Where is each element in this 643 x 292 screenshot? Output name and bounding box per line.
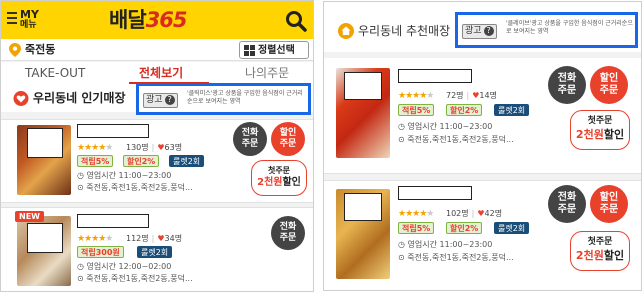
clock-icon: ◷ (77, 171, 84, 180)
ad-badge-label: 광고 (146, 95, 163, 105)
redacted-logo (27, 128, 63, 158)
tag-discount: 할인2% (123, 155, 160, 167)
my-menu-button[interactable]: MY 메뉴 (7, 9, 51, 33)
map-pin-icon: ⊙ (398, 253, 405, 262)
review-count: 102명 | ♥42명 (446, 209, 503, 218)
review-count: 112명 | ♥34명 (126, 234, 183, 243)
tab-all[interactable]: 전체보기 (139, 66, 183, 80)
my-label: MY (20, 8, 39, 21)
store-card[interactable]: ★★★★★ 130명 | ♥63명 적립5% 할인2% 룰렛2회 ◷ 영업시간 11… (1, 119, 313, 203)
menu-label: 메뉴 (20, 20, 37, 30)
sort-label: 정렬선택 (258, 45, 295, 56)
tag-points: 적립5% (77, 155, 114, 167)
tab-my-orders[interactable]: 나의주문 (245, 66, 289, 80)
new-badge: NEW (15, 211, 44, 222)
map-pin-icon: ⊙ (398, 135, 405, 144)
ad-description: '클레이브'광고 상품을 구입한 음식점이 근거리순으로 보여지는 영역 (506, 20, 633, 35)
map-pin-icon: ⊙ (77, 274, 84, 283)
location-pin-icon (9, 43, 21, 57)
category-tabs: TAKE-OUT 전체보기 나의주문 (1, 62, 313, 84)
map-pin-icon: ⊙ (77, 183, 84, 192)
review-count: 130명 | ♥63명 (126, 143, 183, 152)
call-order-button[interactable]: 전화 주문 (233, 122, 267, 156)
store-name-redacted (398, 69, 472, 83)
business-hours: ◷ 영업시간 12:00~02:00 (77, 262, 172, 271)
clock-icon: ◷ (398, 240, 405, 249)
rating-stars: ★★★★★ (398, 209, 434, 219)
left-app-screen: MY 메뉴 배달365 죽전동 정렬선택 TAKE-OUT 전체보기 나의주문 (0, 0, 314, 292)
rating-stars: ★★★★★ (77, 143, 113, 153)
delivery-area: ⊙ 죽전동,죽전1동,죽전2동,풍덕... (77, 274, 193, 283)
tag-roulette: 룰렛2회 (137, 246, 173, 258)
clock-icon: ◷ (77, 262, 84, 271)
section-title: 우리동네 인기매장 (33, 91, 126, 105)
tag-roulette: 룰렛2회 (494, 222, 530, 234)
discount-order-button[interactable]: 할인 주문 (271, 122, 305, 156)
first-order-coupon[interactable]: 첫주문 2천원할인 (570, 110, 630, 150)
app-header: MY 메뉴 배달365 (1, 1, 313, 39)
review-count: 72명 | ♥14명 (446, 91, 497, 100)
heart-icon: ♥ (157, 143, 165, 152)
tag-discount: 할인2% (446, 222, 483, 234)
app-logo[interactable]: 배달365 (109, 7, 188, 33)
store-card[interactable]: ★★★★★ 102명 | ♥42명 적립5% 할인2% 룰렛2회 ◷ 영업시간 11… (324, 180, 641, 290)
tag-roulette: 룰렛2회 (169, 155, 205, 167)
ad-highlight-box: 광고? '클릭미스'광고 상품을 구입한 음식점이 근거리순으로 보여지는 영역 (136, 83, 311, 115)
question-icon: ? (164, 95, 175, 105)
tag-points: 적립300원 (77, 246, 124, 258)
ad-highlight-box: 광고? '클레이브'광고 상품을 구입한 음식점이 근거리순으로 보여지는 영역 (455, 12, 638, 48)
grid-icon (244, 45, 255, 56)
ad-description: '클릭미스'광고 상품을 구입한 음식점이 근거리순으로 보여지는 영역 (187, 90, 303, 105)
house-icon (338, 23, 354, 39)
redacted-logo (344, 193, 382, 221)
store-name-redacted (77, 214, 149, 228)
logo-korean: 배달 (109, 8, 147, 32)
first-order-coupon[interactable]: 첫주문 2천원할인 (251, 160, 307, 196)
store-name-redacted (77, 124, 149, 138)
rating-stars: ★★★★★ (77, 234, 113, 244)
call-order-button[interactable]: 전화 주문 (548, 185, 586, 223)
tag-discount: 할인2% (446, 104, 483, 116)
tag-points: 적립5% (398, 104, 435, 116)
store-card[interactable]: NEW ★★★★★ 112명 | ♥34명 적립300원 룰렛2회 ◷ 영업시간 1… (1, 207, 313, 291)
business-hours: ◷ 영업시간 11:00~23:00 (398, 240, 493, 249)
current-location[interactable]: 죽전동 (25, 43, 55, 57)
first-order-coupon[interactable]: 첫주문 2천원할인 (570, 231, 630, 271)
delivery-area: ⊙ 죽전동,죽전1동,죽전2동,풍덕... (77, 183, 193, 192)
delivery-area: ⊙ 죽전동,죽전1동,죽전2동,풍덕... (398, 253, 514, 262)
logo-number: 365 (145, 8, 188, 32)
store-card[interactable]: ★★★★★ 72명 | ♥14명 적립5% 할인2% 룰렛2회 ◷ 영업시간 11:… (324, 58, 641, 174)
delivery-area: ⊙ 죽전동,죽전1동,죽전2동,풍덕... (398, 135, 514, 144)
business-hours: ◷ 영업시간 11:00~23:00 (398, 122, 493, 131)
heart-icon: ♥ (157, 234, 165, 243)
call-order-button[interactable]: 전화 주문 (548, 66, 586, 104)
ad-badge-label: 광고 (465, 26, 482, 36)
menu-icon (7, 12, 17, 26)
redacted-logo (344, 72, 382, 100)
tab-takeout[interactable]: TAKE-OUT (25, 66, 85, 80)
sort-select-button[interactable]: 정렬선택 (239, 41, 309, 59)
business-hours: ◷ 영업시간 11:00~23:00 (77, 171, 172, 180)
discount-order-button[interactable]: 할인 주문 (590, 66, 628, 104)
location-bar: 죽전동 정렬선택 (1, 39, 313, 61)
question-icon: ? (483, 26, 494, 36)
tag-points: 적립5% (398, 222, 435, 234)
section-title: 우리동네 추천매장 (358, 24, 451, 38)
discount-order-button[interactable]: 할인 주문 (590, 185, 628, 223)
ad-badge[interactable]: 광고? (462, 24, 497, 39)
rating-stars: ★★★★★ (398, 91, 434, 101)
call-order-button[interactable]: 전화 주문 (271, 216, 305, 250)
clock-icon: ◷ (398, 122, 405, 131)
ad-badge[interactable]: 광고? (143, 93, 178, 108)
right-app-screen: 우리동네 추천매장 광고? '클레이브'광고 상품을 구입한 음식점이 근거리순… (323, 1, 642, 291)
tag-roulette: 룰렛2회 (494, 104, 530, 116)
redacted-logo (27, 223, 63, 253)
heart-icon (13, 91, 29, 106)
store-name-redacted (398, 186, 472, 200)
search-icon[interactable] (284, 9, 308, 33)
heart-icon: ♥ (477, 209, 485, 218)
